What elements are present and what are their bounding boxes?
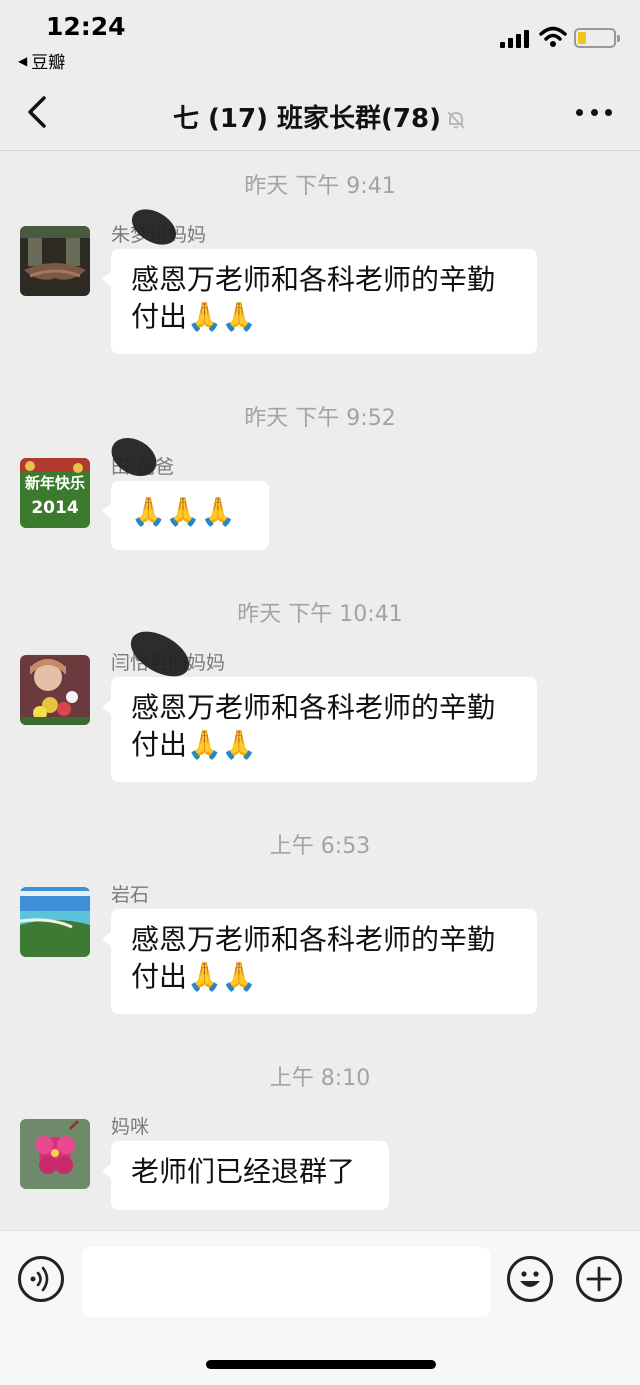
battery-icon [574, 28, 620, 48]
sender-name: 岩石 [111, 884, 150, 906]
svg-text:新年快乐: 新年快乐 [25, 474, 85, 492]
emoji-icon[interactable] [507, 1256, 553, 1302]
message-input[interactable] [82, 1247, 490, 1317]
mute-bell-icon [447, 110, 465, 129]
header-divider [0, 150, 640, 151]
message-timestamp: 上午 8:10 [269, 1066, 371, 1091]
back-to-app-link[interactable]: ◀ 豆瓣 [18, 48, 65, 73]
flower-avatar-image [20, 1119, 90, 1189]
chat-header: 七 (17) 班家长群(78) [0, 80, 640, 148]
tree-roots-avatar-image [20, 226, 90, 296]
message-timestamp: 上午 6:53 [269, 834, 371, 859]
chat-title-text: 七 (17) 班家长群(78) [173, 104, 441, 134]
plus-icon[interactable] [576, 1256, 622, 1302]
avatar[interactable] [20, 1119, 90, 1189]
portrait-flowers-avatar-image [20, 655, 90, 725]
avatar[interactable]: 新年快乐 2014 [20, 458, 90, 528]
message-bubble[interactable]: 感恩万老师和各科老师的辛勤付出🙏🙏 [102, 677, 537, 782]
avatar[interactable] [20, 655, 90, 725]
status-bar: 12:24 ◀ 豆瓣 [0, 0, 640, 80]
home-indicator[interactable] [206, 1360, 436, 1369]
avatar[interactable] [20, 887, 90, 957]
more-dots-icon[interactable] [576, 102, 612, 122]
message-timestamp: 昨天 下午 10:41 [237, 602, 403, 627]
voice-icon[interactable] [18, 1256, 64, 1302]
svg-text:2014: 2014 [31, 498, 78, 518]
message-bubble[interactable]: 🙏🙏🙏 [102, 481, 269, 550]
wifi-icon [539, 26, 567, 47]
avatar[interactable] [20, 226, 90, 296]
back-app-label: 豆瓣 [31, 53, 66, 73]
beach-avatar-image [20, 887, 90, 957]
cellular-signal-icon [500, 30, 529, 48]
sender-name: 妈咪 [111, 1116, 150, 1138]
message-bubble[interactable]: 老师们已经退群了 [102, 1141, 389, 1210]
message-bubble[interactable]: 感恩万老师和各科老师的辛勤付出🙏🙏 [102, 249, 537, 354]
message-timestamp: 昨天 下午 9:41 [244, 174, 396, 199]
message-timestamp: 昨天 下午 9:52 [244, 406, 396, 431]
message-bubble[interactable]: 感恩万老师和各科老师的辛勤付出🙏🙏 [102, 909, 537, 1014]
chat-title[interactable]: 七 (17) 班家长群(78) [0, 98, 640, 135]
new-year-avatar-image: 新年快乐 2014 [20, 458, 90, 528]
status-time: 12:24 [46, 12, 126, 41]
back-triangle-icon: ◀ [18, 53, 28, 68]
